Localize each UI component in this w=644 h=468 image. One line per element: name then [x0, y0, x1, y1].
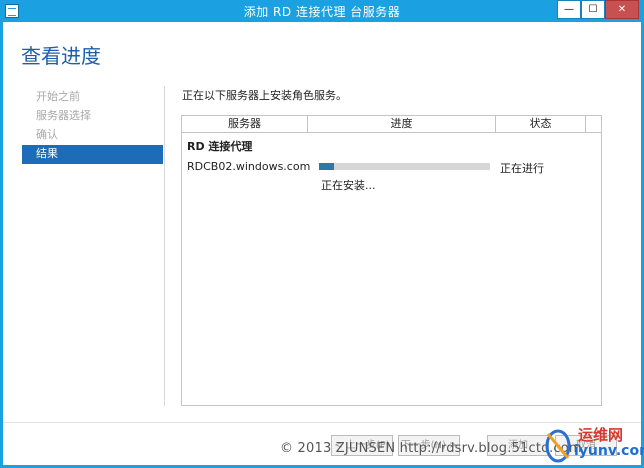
- nav-item-server-selection[interactable]: 服务器选择: [22, 107, 163, 126]
- watermark-text: © 2013 ZJUNSEN http://rdsrv.blog.51cto.c…: [280, 441, 582, 456]
- window-frame-left: [0, 22, 3, 468]
- progress-bar: [319, 163, 490, 170]
- watermark-domain: iyunv.com: [574, 443, 644, 459]
- page-title: 查看进度: [21, 44, 101, 68]
- intro-text: 正在以下服务器上安装角色服务。: [182, 89, 347, 102]
- column-header-progress[interactable]: 进度: [308, 116, 496, 132]
- nav-item-results[interactable]: 结果: [22, 145, 163, 164]
- nav-item-before-you-begin[interactable]: 开始之前: [22, 88, 163, 107]
- column-header-status[interactable]: 状态: [496, 116, 586, 132]
- watermark-logo-icon: [545, 429, 571, 463]
- table-header: 服务器 进度 状态: [182, 116, 601, 133]
- nav-item-confirmation[interactable]: 确认: [22, 126, 163, 145]
- row-substatus: 正在安装...: [321, 179, 376, 192]
- column-header-server[interactable]: 服务器: [182, 116, 308, 132]
- title-bar: 添加 RD 连接代理 台服务器 — ☐ ✕: [0, 0, 644, 22]
- row-status: 正在进行: [500, 162, 544, 175]
- progress-bar-fill: [319, 163, 335, 170]
- row-server-name: RDCB02.windows.com: [187, 160, 311, 173]
- maximize-button[interactable]: ☐: [581, 0, 605, 19]
- group-label: RD 连接代理: [187, 140, 253, 153]
- footer-separator: [3, 422, 641, 423]
- watermark-site-name: 运维网: [578, 426, 624, 444]
- progress-table: 服务器 进度 状态 RD 连接代理 RDCB02.windows.com 正在进…: [181, 115, 602, 406]
- close-button[interactable]: ✕: [605, 0, 639, 19]
- column-header-filler: [586, 116, 601, 132]
- wizard-steps-nav: 开始之前 服务器选择 确认 结果: [22, 88, 163, 164]
- minimize-button[interactable]: —: [557, 0, 581, 19]
- window-title: 添加 RD 连接代理 台服务器: [243, 5, 401, 19]
- nav-divider: [164, 86, 165, 406]
